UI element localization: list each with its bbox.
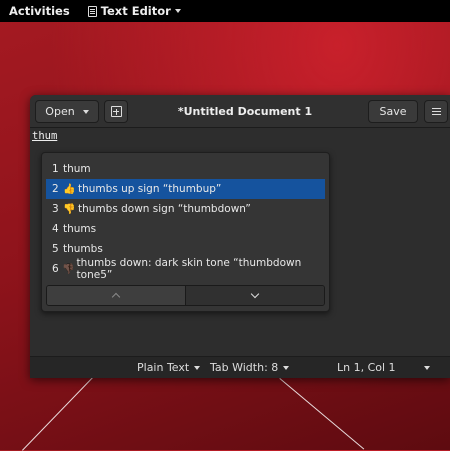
- text-editor-icon: [87, 5, 97, 17]
- completion-text: thumbs down sign “thumbdown”: [78, 203, 251, 215]
- tab-width-selector[interactable]: Tab Width: 8: [210, 357, 290, 378]
- thumbs-down-dark-icon: 👎🏿: [62, 263, 75, 275]
- save-button[interactable]: Save: [368, 100, 418, 123]
- thumbs-up-icon: 👍: [63, 183, 76, 195]
- completion-text: thums: [63, 223, 97, 235]
- chevron-down-icon: [283, 365, 290, 370]
- cursor-position-label: Ln 1, Col 1: [337, 361, 396, 374]
- completion-text: thumbs: [63, 243, 103, 255]
- previous-page-button[interactable]: [47, 286, 186, 305]
- wallpaper-line: [279, 378, 365, 450]
- new-document-icon: [110, 106, 122, 117]
- chevron-down-icon: [174, 9, 181, 13]
- completion-pager: [46, 285, 325, 306]
- cursor-position[interactable]: Ln 1, Col 1: [337, 357, 396, 378]
- completion-text: thumbs up sign “thumbup”: [78, 183, 222, 195]
- completion-item[interactable]: 5 thumbs: [46, 239, 325, 259]
- next-page-button[interactable]: [186, 286, 324, 305]
- thumbs-down-icon: 👎: [63, 203, 76, 215]
- open-button[interactable]: Open: [35, 100, 99, 123]
- new-document-button[interactable]: [104, 100, 128, 123]
- app-menu[interactable]: Text Editor: [87, 4, 181, 18]
- completion-item[interactable]: 6 👎🏿 thumbs down: dark skin tone “thumbd…: [46, 257, 325, 281]
- completion-item[interactable]: 3 👎 thumbs down sign “thumbdown”: [46, 199, 325, 219]
- chevron-up-icon: [111, 292, 121, 302]
- tab-width-label: Tab Width: 8: [210, 361, 279, 374]
- top-bar: Activities Text Editor: [0, 0, 450, 22]
- open-button-label: Open: [45, 105, 75, 118]
- chevron-down-icon: [424, 365, 430, 370]
- language-label: Plain Text: [137, 361, 190, 374]
- emoji-completion-popup: 1 thum 2 👍 thumbs up sign “thumbup” 3 👎 …: [41, 152, 330, 312]
- completion-text: thum: [63, 163, 91, 175]
- completion-item[interactable]: 4 thums: [46, 219, 325, 239]
- chevron-down-icon: [82, 109, 89, 114]
- hamburger-menu-icon: [431, 110, 441, 113]
- completion-item-selected[interactable]: 2 👍 thumbs up sign “thumbup”: [46, 179, 325, 199]
- header-bar: Open *Untitled Document 1 Save: [30, 95, 450, 128]
- main-menu-button[interactable]: [424, 100, 448, 123]
- app-menu-label: Text Editor: [100, 4, 171, 18]
- language-selector[interactable]: Plain Text: [137, 357, 201, 378]
- status-bar: Plain Text Tab Width: 8 Ln 1, Col 1: [30, 356, 450, 378]
- document-title: *Untitled Document 1: [177, 105, 313, 118]
- chevron-down-icon: [250, 289, 260, 299]
- chevron-down-icon: [194, 365, 201, 370]
- completion-text: thumbs down: dark skin tone “thumbdown t…: [76, 257, 302, 281]
- typed-text: thum: [32, 130, 58, 142]
- activities-button[interactable]: Activities: [9, 4, 70, 18]
- status-menu-button[interactable]: [424, 357, 430, 378]
- completion-item[interactable]: 1 thum: [46, 159, 325, 179]
